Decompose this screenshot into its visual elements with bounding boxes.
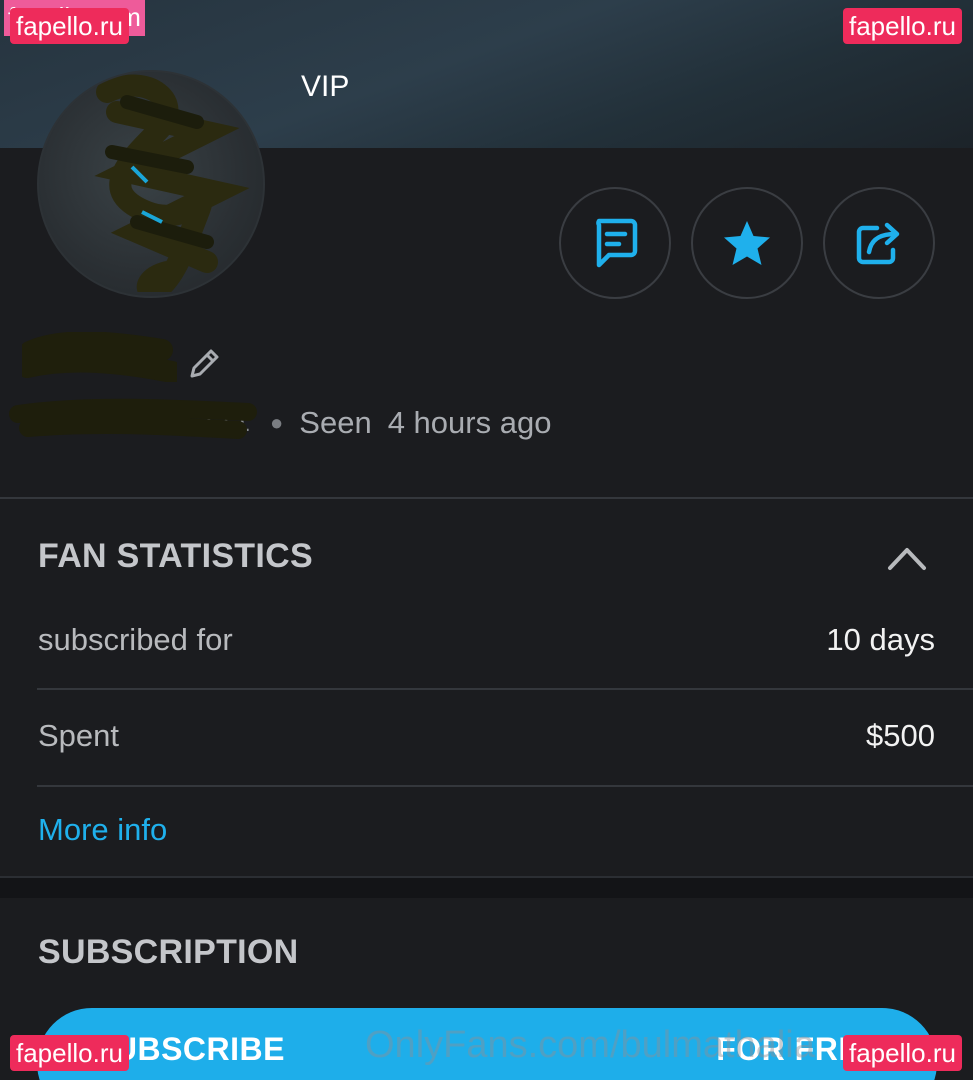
seen-time: 4 hours ago bbox=[387, 405, 552, 440]
row-divider bbox=[37, 688, 973, 690]
more-info-link[interactable]: More info bbox=[38, 812, 167, 848]
fan-statistics-title: FAN STATISTICS bbox=[38, 537, 313, 575]
message-icon bbox=[596, 218, 638, 268]
star-icon bbox=[724, 221, 770, 265]
favorite-button[interactable] bbox=[691, 187, 803, 299]
avatar[interactable] bbox=[37, 70, 265, 298]
divider bbox=[0, 497, 973, 499]
row-divider bbox=[37, 785, 973, 787]
section-separator bbox=[0, 876, 973, 898]
separator-dot: ● bbox=[270, 410, 284, 435]
banner-title: VIP bbox=[301, 70, 350, 103]
stat-value-spent: $500 bbox=[866, 718, 935, 753]
display-name-redaction bbox=[22, 332, 177, 382]
watermark-badge: fapello.ru bbox=[10, 1035, 129, 1071]
watermark-text: OnlyFans.com/bulmathalia bbox=[365, 1024, 815, 1066]
share-icon bbox=[856, 222, 900, 265]
edit-name-icon[interactable] bbox=[186, 346, 222, 382]
message-button[interactable] bbox=[559, 187, 671, 299]
stat-label-spent: Spent bbox=[38, 718, 120, 753]
watermark-badge: fapello.ru bbox=[10, 8, 129, 44]
share-button[interactable] bbox=[823, 187, 935, 299]
last-seen: ● Seen 4 hours ago bbox=[270, 405, 551, 441]
chevron-up-icon[interactable] bbox=[884, 538, 930, 578]
stat-value-subscribed: 10 days bbox=[826, 622, 935, 657]
username-redaction bbox=[9, 398, 257, 439]
watermark-badge: fapello.ru bbox=[843, 8, 962, 44]
seen-label: Seen bbox=[299, 405, 372, 440]
subscription-title: SUBSCRIPTION bbox=[38, 933, 299, 971]
stat-label-subscribed: subscribed for bbox=[38, 622, 233, 657]
avatar-redaction-scribble bbox=[94, 74, 250, 292]
watermark-badge: fapello.ru bbox=[843, 1035, 962, 1071]
